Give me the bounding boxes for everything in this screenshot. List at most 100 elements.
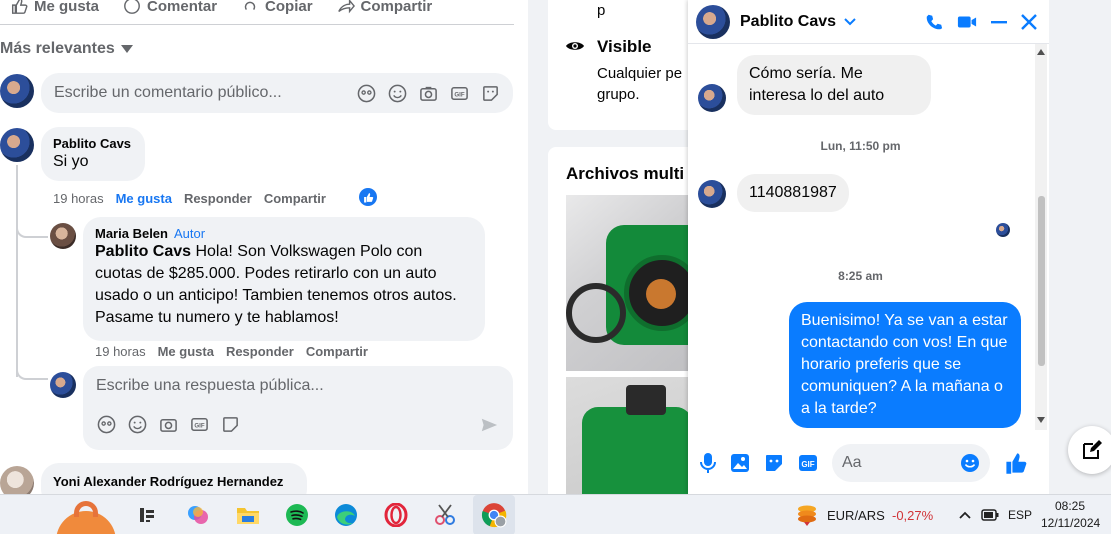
windows-taskbar: EUR/ARS -0,27% ESP 08:25 12/11/2024 <box>0 494 1111 534</box>
chat-scroll-thumb[interactable] <box>1038 196 1045 366</box>
currency-ticker-icon[interactable] <box>793 501 821 529</box>
avatar-sticker-icon[interactable] <box>356 83 377 104</box>
media-thumb-pump-2[interactable] <box>566 377 688 494</box>
chrome-icon[interactable] <box>480 501 508 529</box>
reply-composer[interactable]: Escribe una respuesta pública... GIF <box>83 366 513 450</box>
comment-author[interactable]: Pablito Cavs <box>53 136 133 151</box>
reply-input[interactable]: Escribe una respuesta pública... <box>96 377 324 395</box>
chat-avatar[interactable] <box>696 4 730 39</box>
emoji-icon[interactable] <box>387 83 408 104</box>
comment-time[interactable]: 19 horas <box>95 344 146 359</box>
comment-reply-link[interactable]: Responder <box>226 344 294 359</box>
reply-tools: GIF <box>96 414 241 435</box>
action-bar-divider <box>0 24 514 25</box>
chevron-down-icon[interactable] <box>844 17 856 26</box>
tray-chevron-up-icon[interactable] <box>959 511 971 519</box>
visible-eye-icon <box>566 42 584 50</box>
comment-text: Pablito Cavs Hola! Son Volkswagen Polo c… <box>95 241 473 329</box>
media-thumb-pump-1[interactable] <box>566 195 688 371</box>
comment-author-name[interactable]: Maria Belen <box>95 226 168 241</box>
copilot-icon[interactable] <box>184 501 212 529</box>
message-incoming: Cómo sería. Me interesa lo del auto <box>737 55 931 115</box>
comment-sort-selector[interactable]: Más relevantes <box>0 40 133 58</box>
commenter-avatar[interactable] <box>50 223 76 249</box>
commenter-avatar[interactable] <box>0 128 34 162</box>
sticker-icon[interactable] <box>480 83 501 104</box>
thumbs-up-send-icon[interactable] <box>1004 451 1028 475</box>
clock-time[interactable]: 08:25 <box>1055 499 1085 513</box>
scroll-up-arrow-icon[interactable] <box>1037 49 1045 55</box>
like-icon <box>11 0 28 14</box>
snipping-tool-icon[interactable] <box>431 501 459 529</box>
spotify-icon[interactable] <box>283 501 311 529</box>
chat-scrollbar[interactable] <box>1035 44 1047 430</box>
sticker-icon[interactable] <box>764 453 784 473</box>
clock-date[interactable]: 12/11/2024 <box>1041 516 1100 530</box>
my-avatar[interactable] <box>0 74 34 108</box>
input-language[interactable]: ESP <box>1008 508 1032 522</box>
emoji-icon[interactable] <box>960 453 980 473</box>
taskbar-widget-image[interactable] <box>48 497 124 534</box>
phone-call-icon[interactable] <box>925 13 943 31</box>
battery-icon[interactable] <box>981 509 999 521</box>
sticker-icon[interactable] <box>220 414 241 435</box>
photo-icon[interactable] <box>730 453 750 473</box>
media-title[interactable]: Archivos multi <box>566 164 684 184</box>
about-text-fragment: p <box>597 2 606 19</box>
comment-text: Si yo <box>53 153 89 170</box>
share-action[interactable]: Compartir <box>337 0 432 15</box>
svg-text:GIF: GIF <box>194 422 204 429</box>
file-explorer-icon[interactable] <box>234 501 262 529</box>
gif-icon[interactable]: GIF <box>798 453 818 473</box>
message-input[interactable]: Aa <box>832 444 990 482</box>
reaction-like-icon[interactable] <box>359 188 377 206</box>
comment-share-link[interactable]: Compartir <box>264 191 326 206</box>
edge-browser-icon[interactable] <box>332 501 360 529</box>
task-view-icon[interactable] <box>134 501 162 529</box>
comment-author: Maria Belen Autor <box>95 226 473 241</box>
comment-reply-link[interactable]: Responder <box>184 191 252 206</box>
copy-action[interactable]: Copiar <box>241 0 313 15</box>
camera-icon[interactable] <box>158 414 179 435</box>
comment-mention[interactable]: Pablito Cavs <box>95 243 191 260</box>
video-call-icon[interactable] <box>957 14 977 30</box>
comment-tools: GIF <box>356 83 501 104</box>
copy-icon <box>244 1 256 11</box>
chat-contact-name[interactable]: Pablito Cavs <box>740 13 836 31</box>
send-icon[interactable] <box>478 414 499 435</box>
comment-action-label: Comentar <box>147 0 218 15</box>
visible-desc: Cualquier pe <box>597 65 683 82</box>
microphone-icon[interactable] <box>700 452 716 474</box>
message-timestamp: 8:25 am <box>838 269 883 283</box>
scroll-down-arrow-icon[interactable] <box>1037 417 1045 423</box>
comment-like-link[interactable]: Me gusta <box>158 344 214 359</box>
comment-bubble: Pablito Cavs Si yo <box>41 127 145 181</box>
currency-change[interactable]: -0,27% <box>892 508 933 523</box>
comment-bubble: Yoni Alexander Rodríguez Hernandez <box>41 463 307 494</box>
post-action-bar: Me gusta Comentar Copiar Compartir <box>0 0 528 25</box>
gif-icon[interactable]: GIF <box>449 83 470 104</box>
comment-like-link[interactable]: Me gusta <box>116 191 172 206</box>
messenger-chat-window: Pablito Cavs Cómo sería. Me interesa lo … <box>688 0 1049 494</box>
seen-receipt-avatar <box>996 223 1010 237</box>
copy-action-label: Copiar <box>265 0 313 15</box>
camera-icon[interactable] <box>418 83 439 104</box>
avatar-sticker-icon[interactable] <box>96 414 117 435</box>
gif-icon[interactable]: GIF <box>189 414 210 435</box>
commenter-avatar[interactable] <box>0 466 34 494</box>
comment-composer[interactable]: Escribe un comentario público... GIF <box>41 73 513 113</box>
my-avatar[interactable] <box>50 372 76 398</box>
like-action[interactable]: Me gusta <box>10 0 99 15</box>
comment-input[interactable]: Escribe un comentario público... <box>54 84 282 102</box>
comment-share-link[interactable]: Compartir <box>306 344 368 359</box>
close-icon[interactable] <box>1021 13 1037 30</box>
currency-pair[interactable]: EUR/ARS <box>827 508 885 523</box>
opera-icon[interactable] <box>382 501 410 529</box>
comment-time[interactable]: 19 horas <box>53 191 104 206</box>
comment-action[interactable]: Comentar <box>123 0 217 15</box>
comment-author[interactable]: Yoni Alexander Rodríguez Hernandez <box>53 474 295 489</box>
minimize-icon[interactable] <box>991 14 1007 30</box>
new-message-button[interactable] <box>1068 426 1111 474</box>
message-sender-avatar <box>698 180 726 208</box>
emoji-icon[interactable] <box>127 414 148 435</box>
